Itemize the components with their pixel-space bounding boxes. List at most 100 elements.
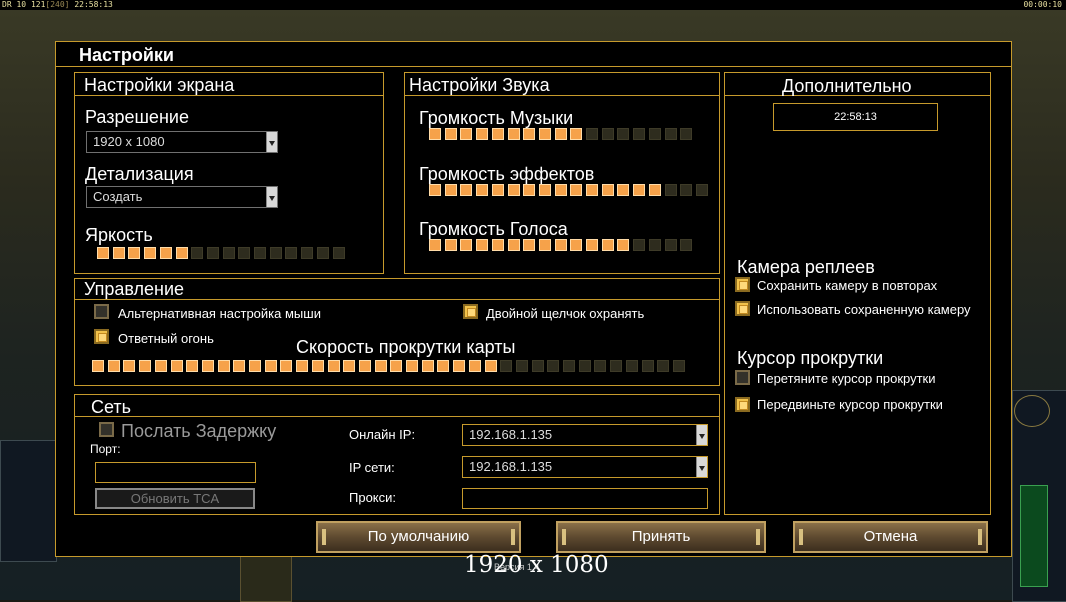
resolution-select[interactable]: 1920 x 1080 [86, 131, 278, 153]
slider-segment[interactable] [508, 184, 520, 196]
slider-segment[interactable] [280, 360, 292, 372]
slider-segment[interactable] [176, 247, 188, 259]
slider-segment[interactable] [406, 360, 418, 372]
slider-segment[interactable] [492, 184, 504, 196]
slider-segment[interactable] [265, 360, 277, 372]
slider-segment[interactable] [328, 360, 340, 372]
slider-segment[interactable] [476, 184, 488, 196]
use-saved-camera-checkbox[interactable] [735, 301, 750, 316]
slider-segment[interactable] [649, 239, 661, 251]
slider-segment[interactable] [296, 360, 308, 372]
move-cursor-checkbox[interactable] [735, 397, 750, 412]
slider-segment[interactable] [312, 360, 324, 372]
slider-segment[interactable] [139, 360, 151, 372]
slider-segment[interactable] [422, 360, 434, 372]
slider-segment[interactable] [508, 239, 520, 251]
port-input[interactable] [95, 462, 256, 483]
slider-segment[interactable] [539, 184, 551, 196]
slider-segment[interactable] [453, 360, 465, 372]
slider-segment[interactable] [343, 360, 355, 372]
slider-segment[interactable] [547, 360, 559, 372]
accept-button[interactable]: Принять [556, 521, 766, 553]
save-camera-checkbox[interactable] [735, 277, 750, 292]
slider-segment[interactable] [155, 360, 167, 372]
slider-segment[interactable] [460, 184, 472, 196]
slider-segment[interactable] [218, 360, 230, 372]
slider-segment[interactable] [485, 360, 497, 372]
slider-segment[interactable] [445, 128, 457, 140]
music-volume-slider[interactable] [429, 128, 696, 142]
slider-segment[interactable] [539, 128, 551, 140]
brightness-slider[interactable] [97, 247, 348, 261]
slider-segment[interactable] [523, 239, 535, 251]
alt-mouse-checkbox[interactable] [94, 304, 109, 319]
slider-segment[interactable] [171, 360, 183, 372]
slider-segment[interactable] [202, 360, 214, 372]
slider-segment[interactable] [390, 360, 402, 372]
slider-segment[interactable] [602, 239, 614, 251]
slider-segment[interactable] [633, 184, 645, 196]
slider-segment[interactable] [617, 239, 629, 251]
slider-segment[interactable] [429, 128, 441, 140]
slider-segment[interactable] [642, 360, 654, 372]
slider-segment[interactable] [92, 360, 104, 372]
slider-segment[interactable] [665, 128, 677, 140]
slider-segment[interactable] [633, 128, 645, 140]
slider-segment[interactable] [476, 128, 488, 140]
slider-segment[interactable] [516, 360, 528, 372]
slider-segment[interactable] [123, 360, 135, 372]
slider-segment[interactable] [476, 239, 488, 251]
slider-segment[interactable] [285, 247, 297, 259]
slider-segment[interactable] [144, 247, 156, 259]
slider-segment[interactable] [680, 184, 692, 196]
slider-segment[interactable] [429, 239, 441, 251]
slider-segment[interactable] [657, 360, 669, 372]
slider-segment[interactable] [523, 128, 535, 140]
slider-segment[interactable] [532, 360, 544, 372]
slider-segment[interactable] [186, 360, 198, 372]
voice-volume-slider[interactable] [429, 239, 696, 253]
slider-segment[interactable] [673, 360, 685, 372]
slider-segment[interactable] [97, 247, 109, 259]
slider-segment[interactable] [617, 184, 629, 196]
slider-segment[interactable] [665, 184, 677, 196]
slider-segment[interactable] [207, 247, 219, 259]
slider-segment[interactable] [460, 128, 472, 140]
slider-segment[interactable] [539, 239, 551, 251]
effects-volume-slider[interactable] [429, 184, 712, 198]
slider-segment[interactable] [108, 360, 120, 372]
slider-segment[interactable] [375, 360, 387, 372]
send-delay-checkbox[interactable] [99, 422, 114, 437]
slider-segment[interactable] [602, 184, 614, 196]
slider-segment[interactable] [586, 239, 598, 251]
return-fire-checkbox[interactable] [94, 329, 109, 344]
slider-segment[interactable] [696, 184, 708, 196]
lan-ip-select[interactable]: 192.168.1.135 [462, 456, 708, 478]
cancel-button[interactable]: Отмена [793, 521, 988, 553]
slider-segment[interactable] [563, 360, 575, 372]
slider-segment[interactable] [113, 247, 125, 259]
slider-segment[interactable] [633, 239, 645, 251]
slider-segment[interactable] [445, 184, 457, 196]
slider-segment[interactable] [223, 247, 235, 259]
slider-segment[interactable] [492, 128, 504, 140]
slider-segment[interactable] [570, 184, 582, 196]
slider-segment[interactable] [555, 128, 567, 140]
slider-segment[interactable] [333, 247, 345, 259]
slider-segment[interactable] [238, 247, 250, 259]
slider-segment[interactable] [586, 128, 598, 140]
slider-segment[interactable] [317, 247, 329, 259]
slider-segment[interactable] [602, 128, 614, 140]
slider-segment[interactable] [665, 239, 677, 251]
slider-segment[interactable] [191, 247, 203, 259]
defaults-button[interactable]: По умолчанию [316, 521, 521, 553]
drag-cursor-checkbox[interactable] [735, 370, 750, 385]
slider-segment[interactable] [249, 360, 261, 372]
slider-segment[interactable] [649, 128, 661, 140]
refresh-tca-button[interactable]: Обновить TCA [95, 488, 255, 509]
proxy-input[interactable] [462, 488, 708, 509]
slider-segment[interactable] [270, 247, 282, 259]
slider-segment[interactable] [233, 360, 245, 372]
slider-segment[interactable] [680, 128, 692, 140]
slider-segment[interactable] [586, 184, 598, 196]
